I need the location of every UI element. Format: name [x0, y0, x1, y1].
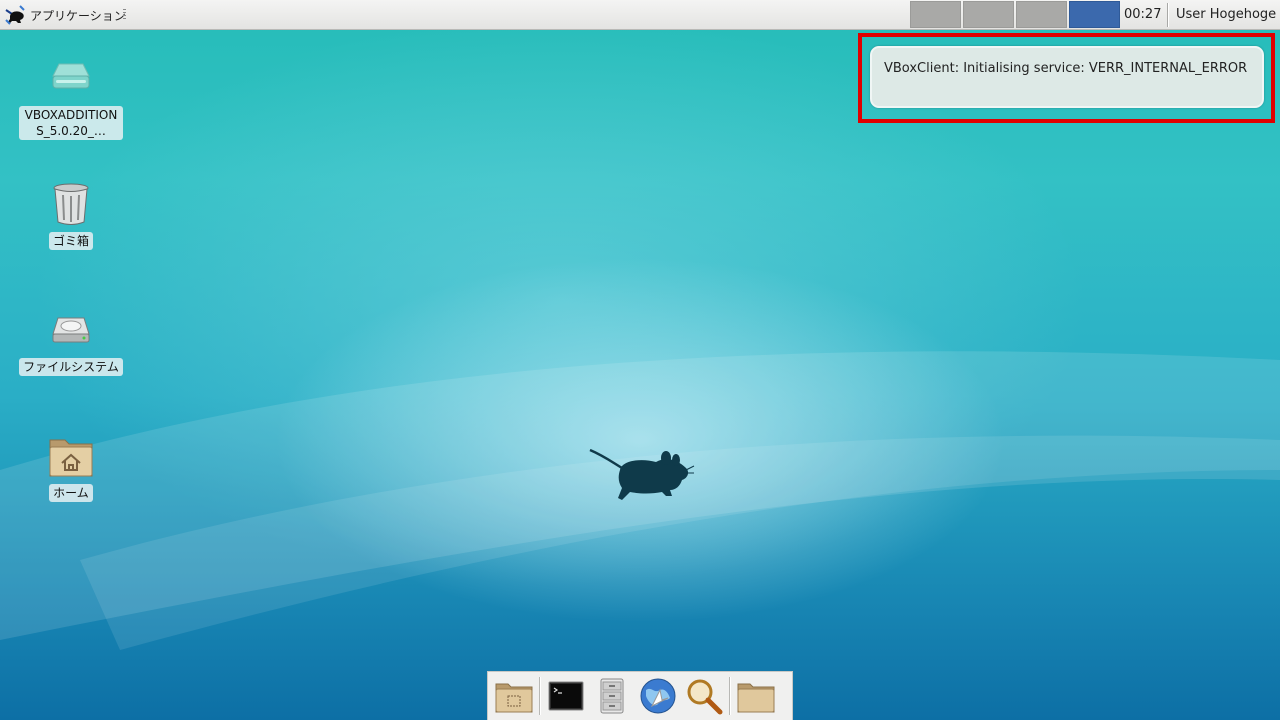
file-manager-icon — [600, 678, 624, 714]
workspace-2[interactable] — [963, 1, 1014, 28]
dock-separator — [539, 677, 541, 715]
desktop-icon-trash[interactable]: ゴミ箱 — [16, 180, 126, 250]
workspace-switcher — [910, 1, 1122, 28]
xfce-mouse-logo — [589, 448, 695, 500]
applications-menu-label: アプリケーション — [30, 8, 126, 23]
notification-message: VBoxClient: Initialising service: VERR_I… — [884, 61, 1248, 76]
folder-icon — [737, 683, 775, 713]
dock-separator — [729, 677, 731, 715]
desktop-icon-label: ホーム — [49, 484, 93, 502]
user-menu-button[interactable]: User Hogehoge — [1176, 0, 1276, 30]
notification-popup[interactable]: VBoxClient: Initialising service: VERR_I… — [870, 46, 1264, 108]
dock-terminal-button[interactable] — [543, 674, 589, 718]
panel-clock[interactable]: 00:27 — [1124, 0, 1161, 30]
bottom-dock — [487, 671, 793, 720]
show-desktop-icon — [495, 683, 533, 713]
top-panel: アプリケーション 00:27 User Hogehoge — [0, 0, 1280, 30]
workspace-4[interactable] — [1069, 1, 1120, 28]
hard-drive-icon — [52, 317, 90, 343]
workspace-1[interactable] — [910, 1, 961, 28]
panel-grip-handle[interactable] — [123, 9, 126, 21]
desktop-icon-label: VBOXADDITIONS_5.0.20_… — [19, 106, 123, 140]
workspace-3[interactable] — [1016, 1, 1067, 28]
dock-folder-button[interactable] — [733, 674, 779, 718]
app-finder-icon — [687, 679, 723, 715]
desktop-icon-home[interactable]: ホーム — [16, 432, 126, 502]
desktop-icon-vboxadditions[interactable]: VBOXADDITIONS_5.0.20_… — [16, 54, 126, 140]
dock-file-manager-button[interactable] — [589, 674, 635, 718]
panel-separator — [1167, 3, 1169, 27]
dock-show-desktop-button[interactable] — [491, 674, 537, 718]
optical-disc-icon — [52, 63, 90, 89]
xfce-logo-icon — [5, 5, 25, 25]
applications-menu-button[interactable]: アプリケーション — [4, 3, 126, 27]
dock-app-finder-button[interactable] — [681, 674, 727, 718]
desktop-icon-label: ゴミ箱 — [48, 232, 93, 250]
desktop-icon-filesystem[interactable]: ファイルシステム — [16, 306, 126, 376]
terminal-icon — [548, 681, 584, 711]
web-browser-icon — [640, 678, 676, 714]
home-folder-icon — [49, 439, 93, 477]
dock-web-browser-button[interactable] — [635, 674, 681, 718]
desktop-icon-label: ファイルシステム — [19, 358, 123, 376]
trash-icon — [53, 183, 89, 225]
